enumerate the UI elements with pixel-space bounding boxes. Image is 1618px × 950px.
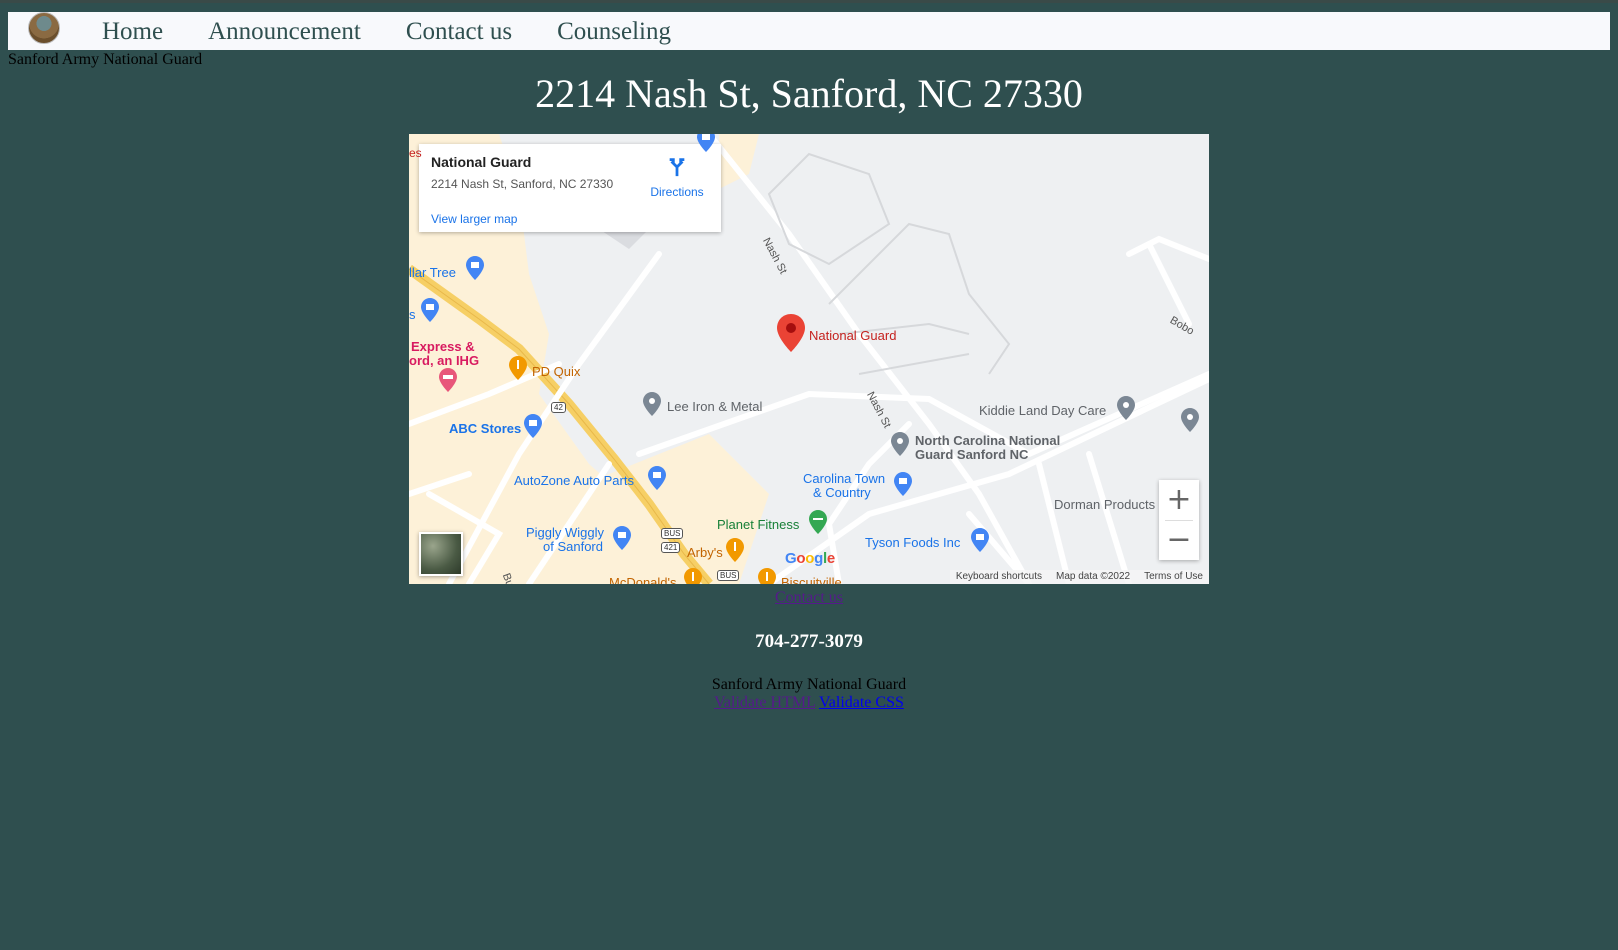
- highway-shield-421: 421: [661, 542, 681, 553]
- site-logo[interactable]: [28, 12, 60, 44]
- hotel-pin-icon: [439, 368, 457, 392]
- highway-shield-bus: BUS: [717, 570, 740, 581]
- grocery-pin-icon: [613, 526, 631, 550]
- poi-planet-fitness[interactable]: Planet Fitness: [717, 518, 799, 532]
- google-logo: Google: [785, 550, 835, 567]
- nav-item-contact-us[interactable]: Contact us: [406, 18, 512, 46]
- gym-pin-icon: [809, 510, 827, 534]
- place-info-card: National Guard 2214 Nash St, Sanford, NC…: [419, 144, 721, 232]
- poi-tyson-foods[interactable]: Tyson Foods Inc: [865, 536, 960, 550]
- shopping-pin-icon: [894, 472, 912, 496]
- keyboard-shortcuts-link[interactable]: Keyboard shortcuts: [956, 570, 1042, 584]
- poi-ncng-line2[interactable]: Guard Sanford NC: [915, 448, 1028, 462]
- nav-links: Home Announcement Contact us Counseling: [102, 18, 716, 46]
- food-pin-icon: [509, 356, 527, 380]
- footer-site-name: Sanford Army National Guard: [711, 676, 907, 693]
- nav-item-announcement[interactable]: Announcement: [208, 18, 361, 46]
- directions-button[interactable]: Directions: [639, 156, 715, 199]
- place-title: National Guard: [431, 154, 532, 170]
- shopping-pin-icon: [466, 256, 484, 280]
- nav-item-counseling[interactable]: Counseling: [557, 18, 671, 46]
- contact-us-link[interactable]: Contact us: [0, 589, 1618, 607]
- poi-biscuitville[interactable]: Biscuitville: [781, 576, 842, 585]
- poi-ncng-line1[interactable]: North Carolina National: [915, 434, 1060, 448]
- poi-kiddie-land[interactable]: Kiddie Land Day Care: [979, 404, 1106, 418]
- zoom-controls: + −: [1159, 480, 1199, 560]
- poi-lee-iron-metal[interactable]: Lee Iron & Metal: [667, 400, 762, 414]
- poi-autozone[interactable]: AutoZone Auto Parts: [514, 474, 634, 488]
- shopping-pin-icon: [524, 414, 542, 438]
- map-marker-icon[interactable]: [777, 314, 805, 352]
- poi-dollar-tree[interactable]: llar Tree: [409, 266, 456, 280]
- poi-carolina-town-line2[interactable]: & Country: [813, 486, 871, 500]
- phone-number: 704-277-3079: [755, 631, 863, 652]
- shopping-pin-icon: [421, 298, 439, 322]
- poi-pd-quix[interactable]: PD Quix: [532, 365, 580, 379]
- poi-partial-s[interactable]: s: [409, 308, 416, 322]
- place-pin-icon: [891, 432, 909, 456]
- embedded-map[interactable]: National Guard 2214 Nash St, Sanford, NC…: [409, 134, 1209, 584]
- shopping-pin-icon: [971, 528, 989, 552]
- poi-partial-es: es: [409, 146, 422, 160]
- directions-label: Directions: [650, 185, 704, 199]
- poi-express-line2[interactable]: ord, an IHG: [409, 354, 479, 368]
- validate-html-link[interactable]: Validate HTML: [714, 694, 815, 711]
- map-attribution-bar: Keyboard shortcuts Map data ©2022 Terms …: [949, 570, 1209, 584]
- poi-piggly-line2[interactable]: of Sanford: [543, 540, 603, 554]
- poi-arbys[interactable]: Arby's: [687, 546, 723, 560]
- nav-item-home[interactable]: Home: [102, 18, 163, 46]
- poi-piggly-line1[interactable]: Piggly Wiggly: [526, 526, 604, 540]
- highway-shield-bus: BUS: [661, 528, 684, 539]
- poi-abc-stores[interactable]: ABC Stores: [449, 422, 521, 436]
- poi-carolina-town-line1[interactable]: Carolina Town: [803, 472, 885, 486]
- highway-shield-42: 42: [551, 402, 566, 413]
- shopping-pin-icon: [697, 134, 715, 152]
- shopping-pin-icon: [648, 466, 666, 490]
- zoom-in-button[interactable]: +: [1159, 480, 1199, 520]
- food-pin-icon: [758, 568, 776, 584]
- zoom-out-button[interactable]: −: [1159, 520, 1199, 560]
- view-larger-map-link[interactable]: View larger map: [431, 212, 517, 226]
- validate-css-link[interactable]: Validate CSS: [819, 694, 904, 711]
- map-data-label: Map data ©2022: [1056, 571, 1131, 582]
- satellite-toggle-button[interactable]: [419, 532, 463, 576]
- page-title: 2214 Nash St, Sanford, NC 27330: [535, 71, 1083, 116]
- terms-of-use-link[interactable]: Terms of Use: [1144, 570, 1203, 584]
- map-marker-label: National Guard: [809, 328, 897, 343]
- place-address: 2214 Nash St, Sanford, NC 27330: [431, 177, 614, 191]
- place-pin-icon: [1117, 396, 1135, 420]
- navbar: Home Announcement Contact us Counseling: [8, 12, 1610, 50]
- directions-icon: [669, 158, 685, 177]
- place-pin-icon: [1181, 408, 1199, 432]
- poi-dorman-products[interactable]: Dorman Products: [1054, 498, 1155, 512]
- top-strip: [0, 0, 1618, 3]
- poi-mcdonalds[interactable]: McDonald's: [609, 576, 677, 585]
- poi-express-line1[interactable]: Express &: [411, 340, 475, 354]
- food-pin-icon: [726, 538, 744, 562]
- site-label: Sanford Army National Guard: [8, 51, 203, 68]
- place-pin-icon: [643, 392, 661, 416]
- food-pin-icon: [684, 568, 702, 584]
- footer-links: Validate HTML Validate CSS: [0, 694, 1618, 712]
